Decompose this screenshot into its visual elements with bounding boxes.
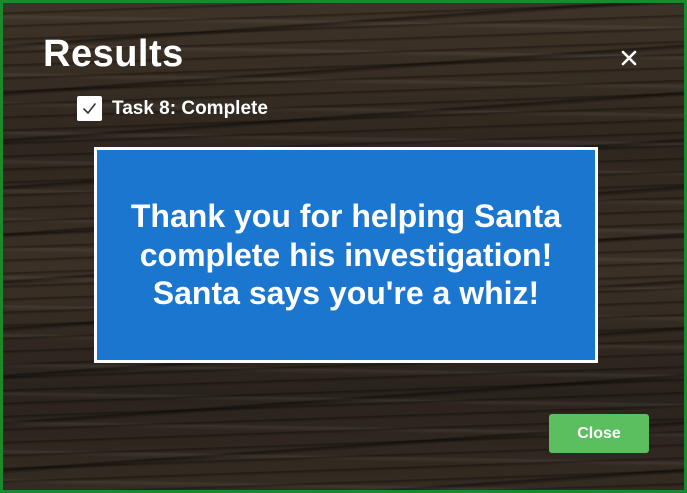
message-box: Thank you for helping Santa complete his…	[94, 147, 598, 363]
task-label: Task 8: Complete	[112, 97, 268, 119]
completion-message: Thank you for helping Santa complete his…	[130, 198, 562, 312]
dialog-title: Results	[43, 33, 184, 75]
close-button[interactable]: Close	[549, 414, 649, 453]
results-dialog: Results Task 8: Complete Thank you for h…	[0, 0, 687, 493]
checkmark-icon	[83, 103, 96, 114]
task-status-row: Task 8: Complete	[77, 96, 268, 121]
close-icon[interactable]	[618, 47, 640, 69]
task-checkbox	[77, 96, 102, 121]
